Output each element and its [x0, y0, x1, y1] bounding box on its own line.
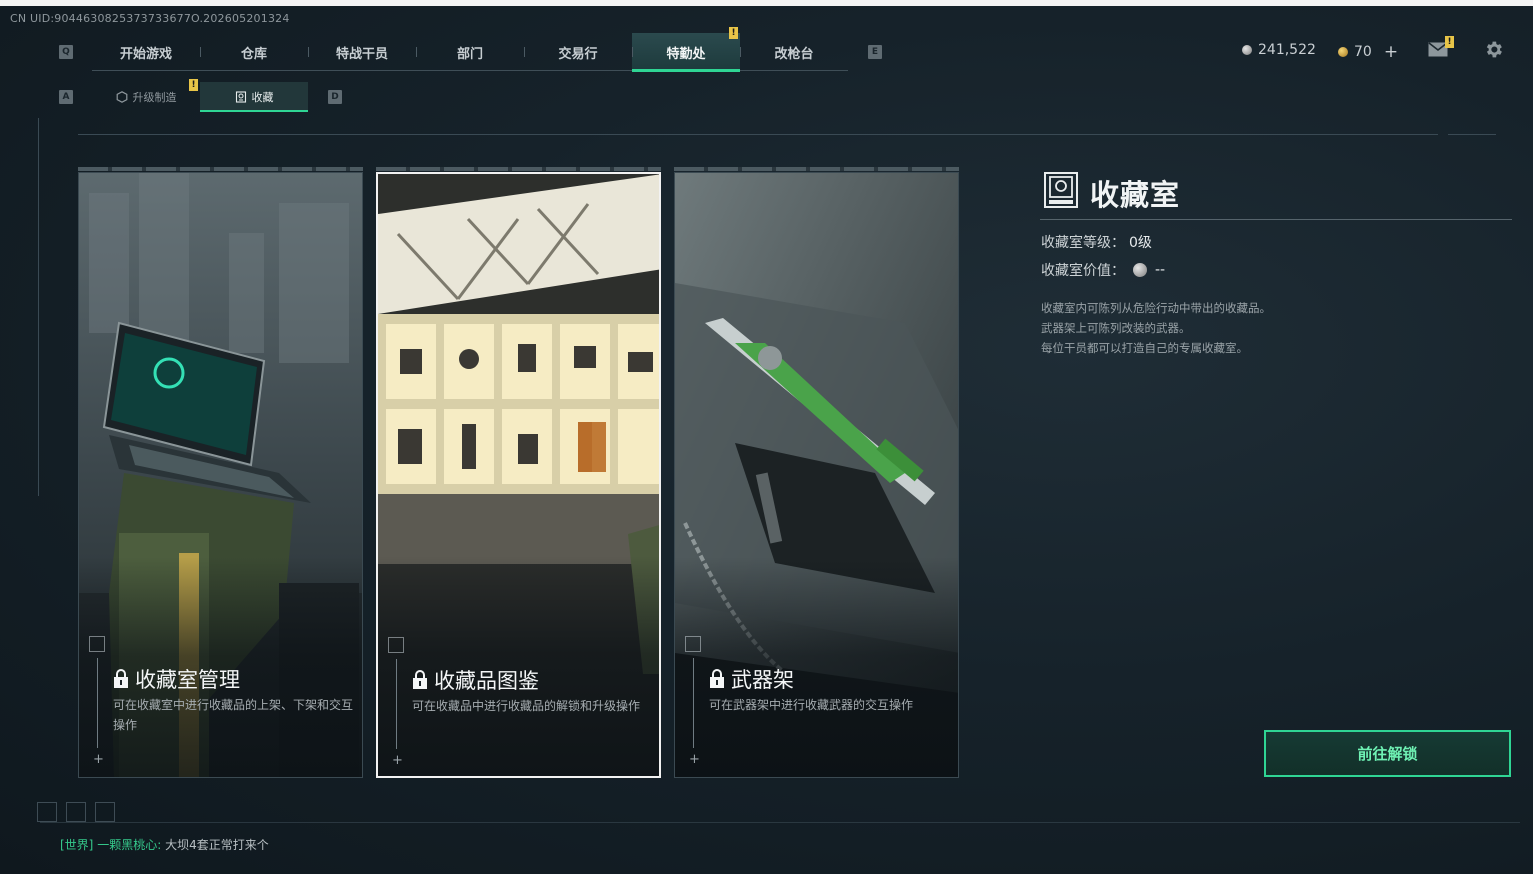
go-unlock-button[interactable]: 前往解锁 — [1264, 730, 1511, 777]
card-collection-management[interactable]: + 收藏室管理 可在收藏室中进行收藏品的上架、下架和交互操作 — [78, 172, 363, 778]
add-currency-button[interactable]: + — [1384, 42, 1398, 62]
lock-icon — [710, 669, 724, 688]
silver-coin-icon — [1133, 263, 1147, 277]
frame-line-top-right — [1448, 134, 1496, 135]
card-header-strip — [78, 167, 363, 171]
chat-line[interactable]: [世界] 一颗黑桃心: 大坝4套正常打来个 — [60, 836, 269, 853]
panel-divider — [1040, 219, 1512, 220]
card-plus-mark: + — [392, 753, 403, 768]
tab-special-ops-label: 特勤处 — [666, 46, 706, 62]
tab-start-game[interactable]: 开始游戏 — [92, 33, 200, 71]
room-level-label: 收藏室等级： — [1041, 235, 1125, 251]
bottom-slot[interactable] — [95, 802, 115, 822]
gold-currency[interactable]: 70 + — [1338, 42, 1398, 62]
mail-alert-badge: ! — [1445, 36, 1454, 48]
card-title-text: 收藏品图鉴 — [434, 669, 539, 693]
top-strip — [0, 0, 1533, 6]
bottom-slot[interactable] — [37, 802, 57, 822]
special-ops-alert-badge: ! — [729, 27, 738, 39]
panel-title: 收藏室 — [1090, 178, 1181, 212]
panel-desc-line: 收藏室内可陈列从危险行动中带出的收藏品。 — [1041, 301, 1271, 315]
room-level-value: 0级 — [1129, 235, 1152, 251]
sub-tabs: 升级制造 ! 收藏 — [92, 79, 308, 112]
card-description: 可在收藏室中进行收藏品的上架、下架和交互操作 — [113, 698, 354, 732]
tab-department[interactable]: 部门 — [416, 33, 524, 71]
key-hint-next-tab: E — [868, 45, 882, 59]
lock-icon — [413, 670, 427, 689]
room-worth-label: 收藏室价值： — [1041, 263, 1125, 279]
card-title: 武器架 — [709, 664, 794, 694]
lock-icon — [114, 669, 128, 688]
card-collection-catalog[interactable]: + 收藏品图鉴 可在收藏品中进行收藏品的解锁和升级操作 — [376, 172, 661, 778]
tab-special-ops[interactable]: 特勤处 ! — [632, 27, 740, 72]
tab-exchange[interactable]: 交易行 — [524, 33, 632, 71]
tab-gunsmith[interactable]: 改枪台 — [740, 33, 848, 71]
gear-icon[interactable] — [1483, 39, 1504, 60]
card-corner-bracket — [89, 636, 105, 652]
key-hint-prev-subtab: A — [59, 90, 73, 104]
card-header-strip — [674, 167, 959, 171]
card-description: 可在收藏品中进行收藏品的解锁和升级操作 — [412, 699, 641, 713]
panel-description: 收藏室内可陈列从危险行动中带出的收藏品。 武器架上可陈列改装的武器。 每位干员都… — [1041, 298, 1271, 358]
frame-line-left — [38, 118, 39, 496]
tab-warehouse[interactable]: 仓库 — [200, 33, 308, 71]
card-plus-mark: + — [689, 752, 700, 767]
subtab-collection-label: 收藏 — [251, 91, 274, 104]
silver-amount: 241,522 — [1258, 42, 1316, 58]
collection-room-icon — [1044, 172, 1078, 208]
key-hint-prev-tab: Q — [59, 45, 73, 59]
card-accent-line — [693, 658, 694, 748]
card-corner-bracket — [388, 637, 404, 653]
upgrade-alert-badge: ! — [189, 79, 198, 91]
frame-line-bottom — [40, 822, 1520, 823]
card-title: 收藏品图鉴 — [412, 665, 539, 695]
gold-amount: 70 — [1354, 44, 1372, 60]
frame-line-top — [78, 134, 1438, 135]
card-header-strip — [376, 167, 661, 171]
card-title: 收藏室管理 — [113, 664, 240, 694]
card-accent-line — [97, 658, 98, 748]
gold-coin-icon — [1338, 47, 1348, 57]
panel-desc-line: 每位干员都可以打造自己的专属收藏室。 — [1041, 341, 1248, 355]
hexagon-icon — [116, 91, 127, 103]
room-level-stat: 收藏室等级： 0级 — [1041, 232, 1152, 252]
card-corner-bracket — [685, 636, 701, 652]
uid-label: CN UID:9044630825373733677O.202605201324 — [10, 12, 290, 25]
card-weapon-rack[interactable]: + 武器架 可在武器架中进行收藏武器的交互操作 — [674, 172, 959, 778]
card-title-text: 武器架 — [731, 668, 794, 692]
key-hint-next-subtab: D — [328, 90, 342, 104]
trophy-icon — [235, 91, 246, 103]
room-worth-value: -- — [1155, 262, 1166, 278]
main-tabs: 开始游戏 仓库 特战干员 部门 交易行 特勤处 ! 改枪台 — [92, 27, 848, 72]
card-accent-line — [396, 659, 397, 749]
panel-desc-line: 武器架上可陈列改装的武器。 — [1041, 321, 1191, 335]
room-worth-stat: 收藏室价值： -- — [1041, 260, 1165, 280]
subtab-upgrade-craft[interactable]: 升级制造 ! — [92, 79, 200, 112]
silver-currency: 241,522 — [1242, 42, 1316, 58]
card-title-text: 收藏室管理 — [135, 668, 240, 692]
subtab-upgrade-craft-label: 升级制造 — [132, 91, 177, 104]
card-description: 可在武器架中进行收藏武器的交互操作 — [709, 698, 914, 712]
tab-operators[interactable]: 特战干员 — [308, 33, 416, 71]
chat-message: 大坝4套正常打来个 — [165, 838, 269, 852]
subtab-collection[interactable]: 收藏 — [200, 82, 308, 112]
card-plus-mark: + — [93, 752, 104, 767]
silver-coin-icon — [1242, 45, 1252, 55]
bottom-slot[interactable] — [66, 802, 86, 822]
chat-channel: [世界] — [60, 838, 94, 852]
chat-sender: 一颗黑桃心: — [97, 838, 162, 852]
